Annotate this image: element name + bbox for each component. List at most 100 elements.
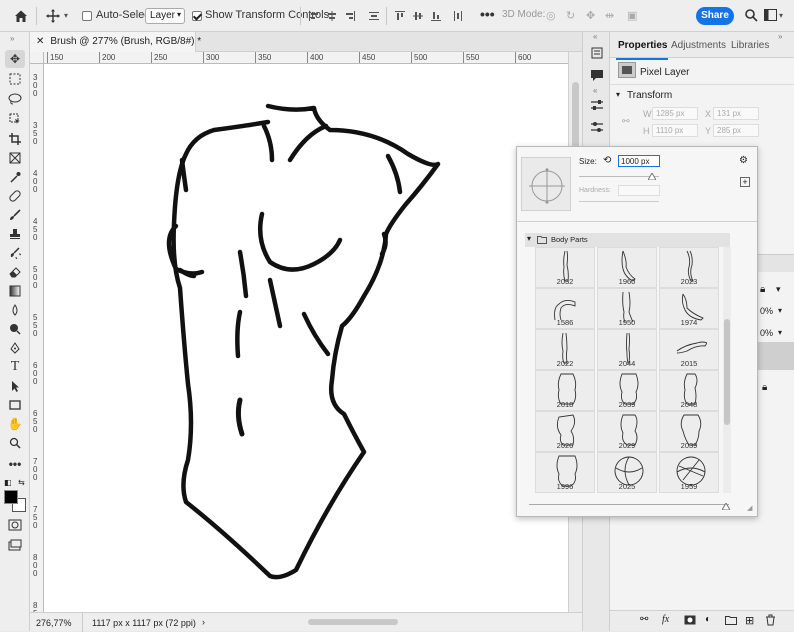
size-slider-handle[interactable] [647,171,657,181]
brush-grid-scrollbar[interactable] [723,247,731,493]
zoom-level[interactable]: 276,77% [36,618,72,628]
folder-icon[interactable] [725,615,737,628]
chevron-down-icon[interactable]: ▾ [778,328,782,337]
brush-tool[interactable] [5,206,25,224]
chevron-right-icon[interactable]: › [202,617,205,627]
preview-size-slider[interactable] [529,504,729,505]
move-tool[interactable]: ✥ [5,50,25,68]
object-select-tool[interactable] [5,110,25,128]
3d-slide-icon[interactable]: ⇹ [605,9,614,22]
horizontal-scroll-thumb[interactable] [308,619,398,625]
tab-libraries[interactable]: Libraries [731,40,769,51]
align-top-icon[interactable] [394,10,406,25]
close-tab-icon[interactable]: ✕ [36,36,44,47]
share-button[interactable]: Share [696,7,734,25]
ruler-origin[interactable] [30,52,44,64]
more-tools-button[interactable]: ••• [5,455,25,473]
3d-roll-icon[interactable]: ↻ [566,9,575,22]
hardness-field[interactable] [618,185,660,196]
frame-tool[interactable] [5,149,25,167]
x-field[interactable]: 131 px [713,107,759,120]
blur-tool[interactable] [5,301,25,319]
horizontal-ruler[interactable]: 150 200 250 300 350 400 450 500 550 600 [44,52,568,64]
new-layer-icon[interactable]: ⊞ [745,614,754,627]
new-preset-icon[interactable]: + [740,177,750,187]
stamp-tool[interactable] [5,225,25,243]
3d-pan-icon[interactable]: ✥ [586,9,595,22]
size-field[interactable]: 1000 px [618,155,660,167]
brush-preset-tile[interactable]: 2039 [659,411,719,452]
brush-preset-tile[interactable]: 2025 [597,452,657,493]
size-slider[interactable] [579,176,659,177]
link-icon[interactable]: ⚯ [622,116,630,127]
collapse-icon[interactable]: « [593,32,597,41]
align-middle-icon[interactable] [412,10,424,25]
sliders-icon[interactable] [590,120,604,137]
brush-preset-tile[interactable]: 2018 [535,370,595,411]
brush-preset-tile[interactable]: 1586 [535,288,595,329]
comments-panel-icon[interactable] [590,68,604,85]
brush-folder-row[interactable]: ▾ Body Parts [525,233,730,247]
gradient-tool[interactable] [5,282,25,300]
3d-orbit-icon[interactable]: ◎ [546,9,556,22]
screen-mode-button[interactable] [5,536,25,554]
collapse-icon[interactable]: » [10,34,14,43]
document-info[interactable]: 1117 px x 1117 px (72 ppi) [92,618,196,628]
vertical-ruler[interactable]: 300 350 400 450 500 550 600 650 700 750 800 850 [30,64,44,612]
y-field[interactable]: 285 px [713,124,759,137]
default-colors-icon[interactable]: ◧ [4,478,12,487]
history-panel-icon[interactable] [590,46,604,63]
chevron-down-icon[interactable]: ▾ [776,284,781,295]
brush-angle-preview[interactable] [521,157,571,211]
3d-scale-icon[interactable]: ▣ [627,9,637,22]
rectangle-tool[interactable] [5,396,25,414]
fill-value[interactable]: 0% [760,328,773,338]
align-right-icon[interactable] [344,10,356,25]
auto-select-checkbox[interactable] [82,11,92,21]
brush-preset-tile[interactable]: 2022 [535,329,595,370]
more-options-icon[interactable]: ••• [480,6,495,22]
brush-preset-tile[interactable]: 2015 [659,329,719,370]
history-brush-tool[interactable] [5,244,25,262]
brush-preset-tile[interactable]: 2032 [535,247,595,288]
eyedropper-tool[interactable] [5,168,25,186]
chevron-down-icon[interactable]: ▾ [778,306,782,315]
zoom-tool[interactable] [5,434,25,452]
lasso-tool[interactable] [5,90,25,108]
brush-preset-tile[interactable]: 1959 [659,452,719,493]
align-bottom-icon[interactable] [430,10,442,25]
distribute-vertical-icon[interactable] [452,10,464,25]
home-icon[interactable] [12,7,30,25]
scroll-thumb[interactable] [724,319,730,425]
distribute-icon[interactable] [368,10,380,25]
align-center-icon[interactable] [326,10,338,25]
reset-icon[interactable]: ⟲ [603,155,611,166]
trash-icon[interactable] [765,614,776,629]
collapse-icon[interactable]: « [593,86,597,95]
move-tool-icon[interactable] [44,7,62,25]
align-left-icon[interactable] [308,10,320,25]
search-icon[interactable] [744,8,758,25]
tab-properties[interactable]: Properties [618,40,667,51]
layer-dropdown[interactable]: Layer ▾ [145,8,185,24]
workspace-icon[interactable] [764,9,777,24]
hardness-slider[interactable] [579,201,659,202]
lock-icon[interactable]: 🔒︎ [760,284,765,295]
brush-preset-tile[interactable]: 2039 [597,370,657,411]
eraser-tool[interactable] [5,263,25,281]
chevron-down-icon[interactable]: ▾ [527,234,531,243]
preview-size-handle[interactable] [721,501,731,511]
brush-preset-tile[interactable]: 1996 [535,452,595,493]
pen-tool[interactable] [5,339,25,357]
adjustment-layer-icon[interactable]: ◐ [705,614,711,625]
swap-colors-icon[interactable]: ⇆ [18,478,25,487]
chevron-down-icon[interactable]: ▾ [64,11,68,20]
marquee-tool[interactable] [5,70,25,88]
chevron-down-icon[interactable]: ▾ [779,11,783,20]
healing-brush-tool[interactable] [5,187,25,205]
path-selection-tool[interactable] [5,377,25,395]
link-layers-icon[interactable]: ⚯ [640,614,648,625]
foreground-color-swatch[interactable] [4,490,18,504]
height-field[interactable]: 1110 px [652,124,698,137]
canvas[interactable] [44,64,568,612]
